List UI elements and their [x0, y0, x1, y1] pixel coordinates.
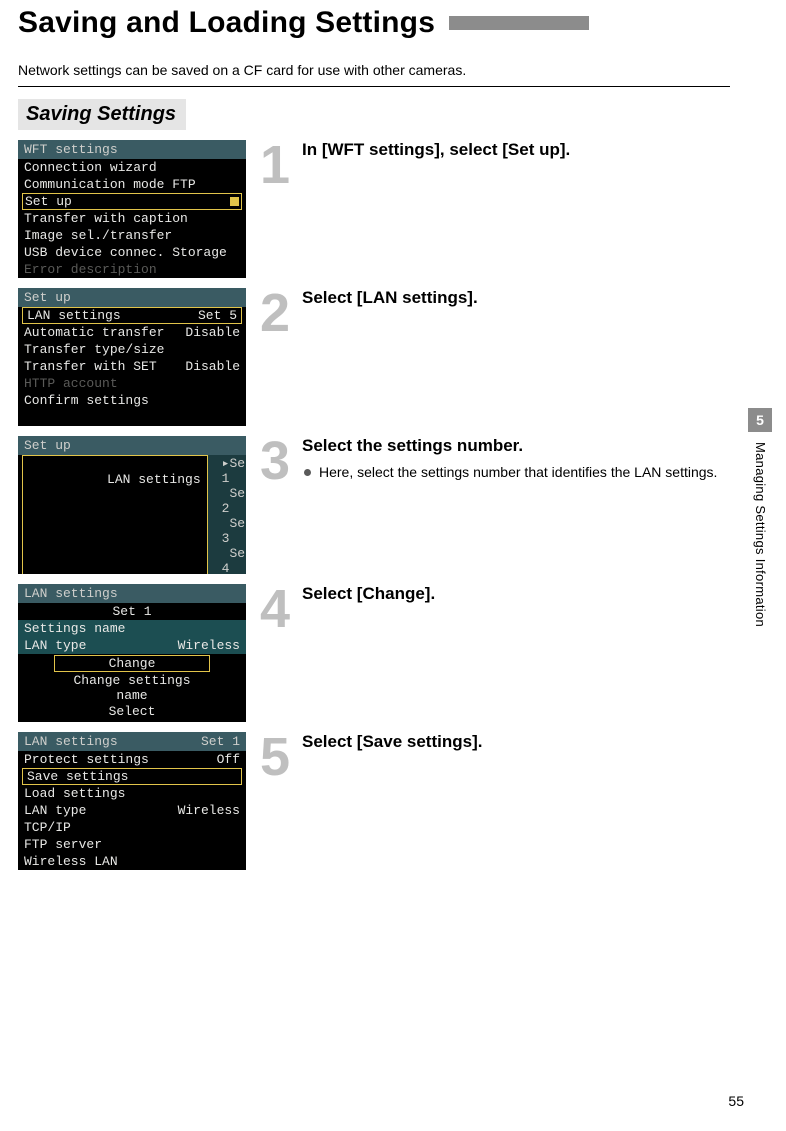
menu-item: Automatic transferDisable	[18, 324, 246, 341]
step-instruction: In [WFT settings], select [Set up].	[302, 140, 730, 160]
screenshot-setup: Set up LAN settings Set 5 Automatic tran…	[18, 288, 246, 426]
dropdown-option: Set 2	[222, 486, 246, 516]
menu-item: Transfer with caption	[18, 210, 246, 227]
screenshot-lan-number: Set up LAN settings ▸Set 1 Set 2 Set 3 S…	[18, 436, 246, 574]
section-heading: Saving Settings	[18, 99, 186, 130]
dropdown-option: Set 3	[222, 516, 246, 546]
menu-item: Connection wizard	[18, 159, 246, 176]
menu-item-label: Set up	[25, 194, 72, 209]
step-number: 3	[254, 436, 294, 574]
screenshot-wft-settings: WFT settings Connection wizard Communica…	[18, 140, 246, 278]
menu-item-label: LAN settings	[107, 472, 201, 487]
screenshot-save-settings: LAN settingsSet 1 Protect settingsOff Sa…	[18, 732, 246, 870]
menu-item: Protect settingsOff	[18, 751, 246, 768]
page-number: 55	[728, 1093, 744, 1109]
menu-item-selected: Save settings	[22, 768, 242, 785]
menu-title: LAN settingsSet 1	[18, 732, 246, 751]
step-number: 1	[254, 140, 294, 278]
screenshot-change: LAN settings Set 1 Settings name LAN typ…	[18, 584, 246, 722]
menu-item: Transfer with SETDisable	[18, 358, 246, 375]
menu-title: Set up	[18, 288, 246, 307]
menu-item: Load settings	[18, 785, 246, 802]
menu-item: LAN settings	[22, 455, 208, 574]
step-number: 2	[254, 288, 294, 426]
menu-title: LAN settings	[18, 584, 246, 603]
step-instruction: Select the settings number.	[302, 436, 730, 456]
menu-item-label: Save settings	[27, 769, 128, 784]
menu-item: Transfer type/size	[18, 341, 246, 358]
menu-item: FTP server	[18, 836, 246, 853]
menu-title: Set up	[18, 436, 246, 455]
menu-item: LAN typeWireless	[18, 637, 246, 654]
bullet-icon	[304, 469, 311, 476]
menu-item-value: Set 5	[198, 308, 237, 323]
menu-item: Communication mode FTP	[18, 176, 246, 193]
menu-item-label: LAN settings	[27, 308, 121, 323]
menu-title: WFT settings	[18, 140, 246, 159]
title-decoration-bar	[449, 16, 589, 30]
menu-item: USB device connec. Storage	[18, 244, 246, 261]
chapter-tab: 5	[748, 408, 772, 432]
menu-button: Change settings name	[54, 673, 210, 703]
menu-item: Image sel./transfer	[18, 227, 246, 244]
step-instruction: Select [Change].	[302, 584, 730, 604]
menu-button-selected: Change	[54, 655, 210, 672]
dropdown-list: ▸Set 1 Set 2 Set 3 Set 4 Set 5	[208, 455, 246, 574]
menu-subtitle: Set 1	[18, 603, 246, 620]
menu-item: LAN typeWireless	[18, 802, 246, 819]
intro-text: Network settings can be saved on a CF ca…	[18, 62, 730, 87]
cursor-dot-icon	[230, 197, 239, 206]
menu-item-selected: LAN settings Set 5	[22, 307, 242, 324]
page-title: Saving and Loading Settings	[18, 6, 435, 40]
step-number: 4	[254, 584, 294, 722]
step-instruction: Select [Save settings].	[302, 732, 730, 752]
step-detail: Here, select the settings number that id…	[319, 464, 717, 480]
menu-button: Select	[54, 704, 210, 719]
step-instruction: Select [LAN settings].	[302, 288, 730, 308]
menu-item: TCP/IP	[18, 819, 246, 836]
dropdown-option: ▸Set 1	[222, 456, 246, 486]
dropdown-option: Set 4	[222, 546, 246, 574]
menu-item: Wireless LAN	[18, 853, 246, 870]
menu-item: Settings name	[18, 620, 246, 637]
menu-item: Confirm settings	[18, 392, 246, 409]
menu-item-disabled: HTTP account	[18, 375, 246, 392]
menu-item-disabled: Error description	[18, 261, 246, 278]
step-number: 5	[254, 732, 294, 870]
menu-item-selected: Set up	[22, 193, 242, 210]
chapter-label: Managing Settings Information	[753, 442, 768, 627]
